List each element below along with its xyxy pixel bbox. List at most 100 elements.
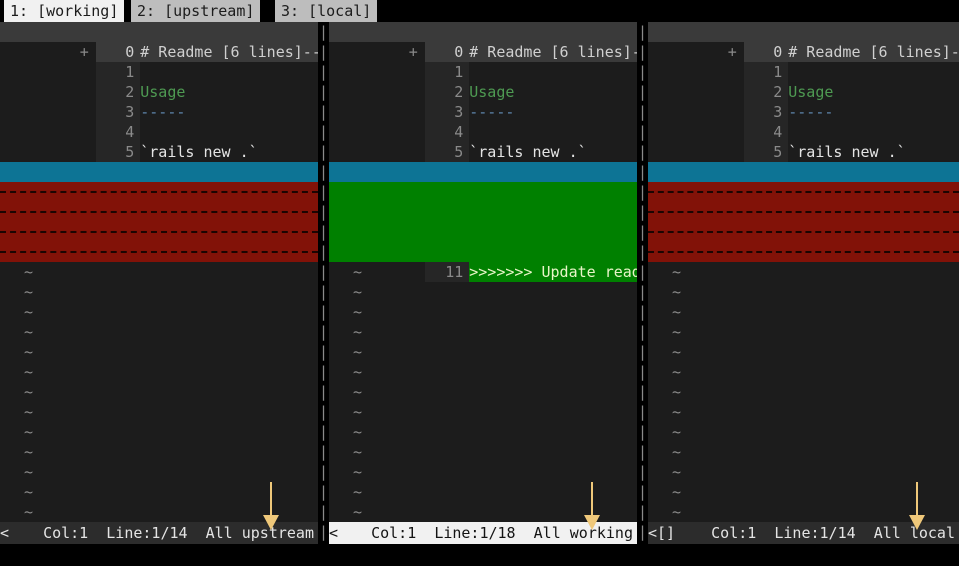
empty-line-marker: ~ bbox=[648, 442, 959, 462]
empty-line-marker: ~ bbox=[648, 262, 959, 282]
editor-line[interactable]: 6 bbox=[329, 142, 637, 162]
conflict-line[interactable]: 9======= bbox=[329, 202, 637, 222]
empty-line-marker: ~ bbox=[0, 442, 318, 462]
statusline-col: Col:1 bbox=[43, 524, 88, 542]
editor-line[interactable]: 5`rails new .` bbox=[329, 122, 637, 142]
statusline-col: Col:1 bbox=[371, 524, 416, 542]
empty-line-marker: ~ bbox=[0, 322, 318, 342]
diff-filler-row bbox=[0, 222, 318, 242]
editor-line[interactable]: 4 bbox=[648, 102, 959, 122]
conflict-line[interactable]: 10Footer from the feature bra bbox=[329, 222, 637, 242]
statusline-line: Line:1/14 bbox=[106, 524, 187, 542]
diff-filler-row bbox=[648, 222, 959, 242]
editor-line[interactable]: 2Usage bbox=[0, 62, 318, 82]
arrow-shaft bbox=[916, 482, 918, 518]
empty-line-marker: ~ bbox=[648, 422, 959, 442]
empty-line-marker: ~ bbox=[0, 462, 318, 482]
statusline-prefix: < bbox=[329, 522, 347, 544]
editor-line[interactable]: 4 bbox=[0, 102, 318, 122]
empty-line-marker: ~ bbox=[0, 402, 318, 422]
pane-local[interactable]: +0# Readme [6 lines]---------- 1 2Usage … bbox=[648, 22, 959, 544]
statusline-line: Line:1/14 bbox=[774, 524, 855, 542]
empty-line-marker: ~ bbox=[0, 262, 318, 282]
tab-local[interactable]: 3: [local] bbox=[275, 0, 377, 22]
empty-line-marker: ~ bbox=[0, 422, 318, 442]
empty-line-marker: ~ bbox=[329, 322, 637, 342]
empty-line-marker: ~ bbox=[329, 442, 637, 462]
editor-line[interactable]: 1 bbox=[0, 42, 318, 62]
editor-line[interactable]: 2Usage bbox=[648, 62, 959, 82]
diff-filler-row bbox=[0, 182, 318, 202]
fold-line[interactable]: +0# Readme [6 lines]---------- bbox=[0, 22, 318, 42]
arrow-head-icon bbox=[584, 515, 600, 530]
empty-line-marker: ~ bbox=[648, 322, 959, 342]
empty-line-marker: ~ bbox=[329, 282, 637, 302]
statusline-scroll: All bbox=[874, 524, 901, 542]
editor-line[interactable]: 6 bbox=[0, 142, 318, 162]
pane-working[interactable]: +0# Readme [6 lines]--------- 1 2Usage 3… bbox=[329, 22, 637, 544]
pane-upstream-body[interactable]: +0# Readme [6 lines]---------- 1 2Usage … bbox=[0, 22, 318, 522]
empty-line-marker: ~ bbox=[329, 342, 637, 362]
statusline-scroll: All bbox=[534, 524, 561, 542]
editor-line[interactable]: 6 bbox=[648, 142, 959, 162]
tab-working[interactable]: 1: [working] bbox=[4, 0, 124, 22]
statusline-line: Line:1/18 bbox=[434, 524, 515, 542]
arrow-shaft bbox=[591, 482, 593, 518]
editor-line[interactable]: 1 bbox=[329, 42, 637, 62]
tmux-window-tabbar: 1: [working] 2: [upstream] 3: [local] bbox=[0, 0, 959, 22]
empty-line-marker: ~ bbox=[329, 382, 637, 402]
pane-separator-2[interactable]: | | | | | | | | | | | | | | | | | | | | … bbox=[637, 22, 648, 544]
pane-upstream[interactable]: +0# Readme [6 lines]---------- 1 2Usage … bbox=[0, 22, 318, 544]
arrow-shaft bbox=[270, 482, 272, 518]
editor-line-highlighted[interactable]: 7<<<<<<< HEAD bbox=[329, 162, 637, 182]
diff-filler-row bbox=[0, 202, 318, 222]
editor-line[interactable]: 5`rails new .` bbox=[0, 122, 318, 142]
statusline-buffer: working bbox=[570, 524, 633, 542]
terminal-bottom-padding bbox=[0, 544, 959, 566]
empty-line-marker: ~ bbox=[329, 262, 637, 282]
editor-line[interactable]: 3----- bbox=[648, 82, 959, 102]
empty-line-marker: ~ bbox=[648, 362, 959, 382]
tab-upstream[interactable]: 2: [upstream] bbox=[131, 0, 260, 22]
empty-line-marker: ~ bbox=[648, 282, 959, 302]
editor-line-highlighted[interactable]: 7Master branch footer bbox=[0, 162, 318, 182]
editor-line-highlighted[interactable]: 7Footer from the feature bra bbox=[648, 162, 959, 182]
separator-bars: | | | | | | | | | | | | | | | | | | | | … bbox=[318, 22, 329, 542]
conflict-line[interactable]: 8Master branch footer bbox=[329, 182, 637, 202]
editor-line[interactable]: 5`rails new .` bbox=[648, 122, 959, 142]
terminal-window: 1: [working] 2: [upstream] 3: [local] +0… bbox=[0, 0, 959, 566]
empty-line-marker: ~ bbox=[329, 422, 637, 442]
pane-working-body[interactable]: +0# Readme [6 lines]--------- 1 2Usage 3… bbox=[329, 22, 637, 522]
separator-bars: | | | | | | | | | | | | | | | | | | | | … bbox=[637, 22, 648, 542]
statusline-prefix: < bbox=[0, 522, 18, 544]
empty-line-marker: ~ bbox=[0, 362, 318, 382]
annotation-arrow-upstream bbox=[262, 482, 280, 532]
editor-line[interactable]: 3----- bbox=[0, 82, 318, 102]
diff-filler-row bbox=[648, 202, 959, 222]
editor-line[interactable]: 4 bbox=[329, 102, 637, 122]
annotation-arrow-working bbox=[583, 482, 601, 532]
editor-line[interactable]: 1 bbox=[648, 42, 959, 62]
editor-line[interactable]: 2Usage bbox=[329, 62, 637, 82]
editor-line[interactable]: 3----- bbox=[329, 82, 637, 102]
empty-line-marker: ~ bbox=[0, 302, 318, 322]
empty-line-marker: ~ bbox=[329, 362, 637, 382]
statusline-prefix: <[] bbox=[648, 522, 684, 544]
pane-local-body[interactable]: +0# Readme [6 lines]---------- 1 2Usage … bbox=[648, 22, 959, 522]
fold-line[interactable]: +0# Readme [6 lines]--------- bbox=[329, 22, 637, 42]
arrow-head-icon bbox=[263, 515, 279, 530]
empty-line-marker: ~ bbox=[329, 302, 637, 322]
empty-line-marker: ~ bbox=[329, 402, 637, 422]
empty-line-marker: ~ bbox=[648, 382, 959, 402]
diff-filler-row bbox=[648, 182, 959, 202]
statusline-col: Col:1 bbox=[711, 524, 756, 542]
empty-line-marker: ~ bbox=[648, 342, 959, 362]
diff-filler-row bbox=[0, 242, 318, 262]
empty-line-marker: ~ bbox=[648, 402, 959, 422]
pane-separator-1[interactable]: | | | | | | | | | | | | | | | | | | | | … bbox=[318, 22, 329, 544]
empty-line-marker: ~ bbox=[329, 462, 637, 482]
conflict-line[interactable]: 11>>>>>>> Update readme foote bbox=[329, 242, 637, 262]
empty-line-marker: ~ bbox=[648, 302, 959, 322]
fold-line[interactable]: +0# Readme [6 lines]---------- bbox=[648, 22, 959, 42]
empty-line-marker: ~ bbox=[648, 462, 959, 482]
